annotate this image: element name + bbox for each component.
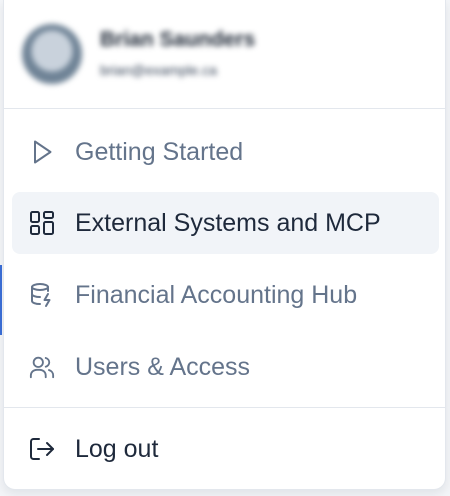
page: Brian Saunders brian@example.ca Getting … bbox=[0, 0, 450, 496]
menu-item-external-systems[interactable]: External Systems and MCP bbox=[12, 192, 439, 254]
users-icon bbox=[29, 354, 55, 380]
logout-label: Log out bbox=[75, 434, 159, 463]
play-icon bbox=[29, 139, 55, 165]
user-dropdown-menu: Brian Saunders brian@example.ca Getting … bbox=[3, 0, 446, 490]
menu-item-users-access[interactable]: Users & Access bbox=[12, 336, 439, 398]
logout-button[interactable]: Log out bbox=[12, 418, 439, 480]
background-accent-bar bbox=[0, 265, 2, 335]
grid-icon bbox=[29, 210, 55, 236]
avatar bbox=[22, 24, 82, 84]
divider bbox=[4, 407, 445, 408]
menu-item-label: External Systems and MCP bbox=[75, 208, 381, 237]
profile-name: Brian Saunders bbox=[100, 28, 256, 51]
menu-item-getting-started[interactable]: Getting Started bbox=[12, 121, 439, 183]
database-lightning-icon bbox=[29, 282, 55, 308]
menu-item-financial-accounting-hub[interactable]: Financial Accounting Hub bbox=[12, 264, 439, 326]
logout-icon bbox=[29, 436, 55, 462]
divider bbox=[4, 108, 445, 109]
menu-item-label: Financial Accounting Hub bbox=[75, 280, 358, 309]
profile-header: Brian Saunders brian@example.ca bbox=[4, 0, 445, 108]
menu-item-label: Users & Access bbox=[75, 352, 251, 381]
menu-item-label: Getting Started bbox=[75, 137, 244, 166]
profile-email: brian@example.ca bbox=[100, 62, 217, 78]
